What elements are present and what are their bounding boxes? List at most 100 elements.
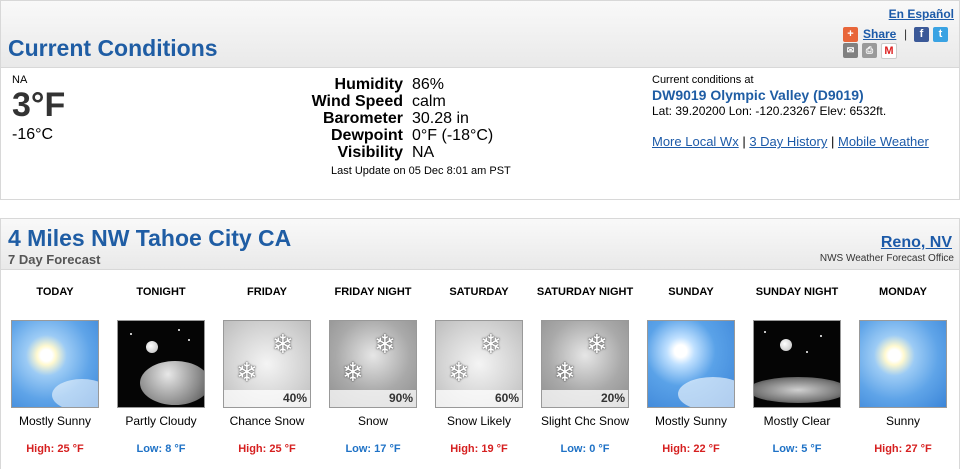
detail-label: Wind Speed: [311, 93, 403, 110]
divider: |: [830, 134, 838, 149]
condition-text: NA: [12, 74, 28, 86]
period-name: MONDAY: [879, 286, 927, 298]
period-temperature: High: 25 °F: [26, 443, 84, 455]
cloud-shape: [754, 377, 840, 403]
snow-icon: ❄ ❄ 90%: [329, 320, 417, 408]
forecast-office-label: NWS Weather Forecast Office: [819, 253, 954, 264]
detail-value: NA: [412, 144, 435, 161]
divider: |: [904, 27, 908, 41]
espanol-link[interactable]: En Español: [889, 7, 954, 21]
period-description: Partly Cloudy: [125, 414, 197, 428]
period-temperature: Low: 0 °F: [560, 443, 610, 455]
snowflake-icon: ❄: [342, 357, 364, 387]
share-link[interactable]: Share: [863, 27, 896, 41]
forecast-office-link[interactable]: Reno, NV: [881, 234, 952, 252]
precip-chance: 20%: [542, 390, 628, 407]
forecast-period[interactable]: SATURDAY ❄ ❄ 60% Snow Likely High: 19 °F: [426, 286, 532, 456]
detail-value: 86%: [412, 76, 445, 93]
page-title: Current Conditions: [8, 35, 218, 61]
snowflake-icon: ❄: [480, 329, 502, 359]
period-description: Snow: [357, 414, 389, 428]
detail-label: Barometer: [322, 110, 403, 127]
email-icon[interactable]: ✉: [843, 43, 858, 58]
forecast-subtitle: 7 Day Forecast: [8, 252, 101, 267]
detail-label: Dewpoint: [331, 127, 403, 144]
detail-value: 30.28 in: [412, 110, 469, 127]
slight-chance-snow-icon: ❄ ❄ 20%: [541, 320, 629, 408]
forecast-period[interactable]: FRIDAY NIGHT ❄ ❄ 90% Snow Low: 17 °F: [320, 286, 426, 456]
snow-likely-icon: ❄ ❄ 60%: [435, 320, 523, 408]
temp-celsius: -16°C: [12, 126, 54, 143]
period-temperature: High: 25 °F: [238, 443, 296, 455]
period-name: SUNDAY NIGHT: [755, 286, 839, 298]
star: [764, 331, 766, 333]
forecast-period[interactable]: SUNDAY Mostly Sunny High: 22 °F: [638, 286, 744, 456]
precip-chance: 90%: [330, 390, 416, 407]
period-temperature: Low: 5 °F: [772, 443, 822, 455]
star: [806, 351, 808, 353]
star: [130, 333, 132, 335]
mostly-clear-night-icon: [753, 320, 841, 408]
forecast-period[interactable]: TONIGHT Partly Cloudy Low: 8 °F: [108, 286, 214, 456]
cloud-shape: [678, 377, 734, 407]
period-description: Sunny: [885, 414, 921, 428]
current-temperature: NA 3°F -16°C: [12, 74, 65, 144]
moon-shape: [146, 341, 158, 353]
star: [820, 335, 822, 337]
period-temperature: High: 19 °F: [450, 443, 508, 455]
forecast-period[interactable]: TODAY Mostly Sunny High: 25 °F: [2, 286, 108, 456]
snowflake-icon: ❄: [448, 357, 470, 387]
detail-value: 0°F (-18°C): [412, 127, 494, 144]
last-update: Last Update on 05 Dec 8:01 am PST: [331, 165, 511, 177]
sunny-icon: [859, 320, 947, 408]
precip-chance: 60%: [436, 390, 522, 407]
cloud-shape: [52, 379, 98, 407]
more-local-wx-link[interactable]: More Local Wx: [652, 134, 739, 149]
forecast-period[interactable]: MONDAY Sunny High: 27 °F: [850, 286, 956, 456]
twitter-icon[interactable]: t: [933, 27, 948, 42]
temp-fahrenheit: 3°F: [12, 86, 66, 124]
period-description: Mostly Clear: [763, 414, 831, 428]
detail-label: Humidity: [334, 76, 403, 93]
snowflake-icon: ❄: [374, 329, 396, 359]
precip-chance: 40%: [224, 390, 310, 407]
snowflake-icon: ❄: [586, 329, 608, 359]
snowflake-icon: ❄: [554, 357, 576, 387]
three-day-history-link[interactable]: 3 Day History: [749, 134, 827, 149]
partly-cloudy-night-icon: [117, 320, 205, 408]
period-description: Snow Likely: [446, 414, 512, 428]
mobile-weather-link[interactable]: Mobile Weather: [838, 134, 929, 149]
period-description: Slight Chc Snow: [540, 414, 630, 428]
facebook-icon[interactable]: f: [914, 27, 929, 42]
period-description: Mostly Sunny: [18, 414, 92, 428]
station-intro: Current conditions at: [652, 74, 754, 86]
detail-label: Visibility: [337, 144, 403, 161]
period-temperature: Low: 8 °F: [136, 443, 186, 455]
forecast-period[interactable]: SATURDAY NIGHT ❄ ❄ 20% Slight Chc Snow L…: [532, 286, 638, 456]
moon-shape: [780, 339, 792, 351]
period-temperature: High: 22 °F: [662, 443, 720, 455]
mostly-sunny-icon: [647, 320, 735, 408]
period-description: Mostly Sunny: [654, 414, 728, 428]
period-description: Chance Snow: [229, 414, 305, 428]
print-icon[interactable]: ⎙: [862, 43, 877, 58]
period-name: FRIDAY: [247, 286, 287, 298]
forecast-period[interactable]: FRIDAY ❄ ❄ 40% Chance Snow High: 25 °F: [214, 286, 320, 456]
cloud-shape: [140, 361, 204, 405]
gmail-icon[interactable]: M: [881, 43, 897, 59]
forecast-location-title: 4 Miles NW Tahoe City CA: [8, 225, 292, 251]
add-icon[interactable]: +: [843, 27, 858, 42]
station-name: DW9019 Olympic Valley (D9019): [652, 87, 864, 103]
station-latlon: Lat: 39.20200 Lon: -120.23267 Elev: 6532…: [652, 104, 887, 118]
detail-value: calm: [412, 93, 446, 110]
snowflake-icon: ❄: [236, 357, 258, 387]
chance-snow-icon: ❄ ❄ 40%: [223, 320, 311, 408]
local-links: More Local Wx | 3 Day History | Mobile W…: [652, 134, 929, 149]
period-temperature: High: 27 °F: [874, 443, 932, 455]
period-name: FRIDAY NIGHT: [334, 286, 412, 298]
snowflake-icon: ❄: [272, 329, 294, 359]
station-info: Current conditions at DW9019 Olympic Val…: [652, 74, 886, 118]
period-temperature: Low: 17 °F: [345, 443, 401, 455]
period-name: SATURDAY: [449, 286, 509, 298]
forecast-period[interactable]: SUNDAY NIGHT Mostly Clear Low: 5 °F: [744, 286, 850, 456]
